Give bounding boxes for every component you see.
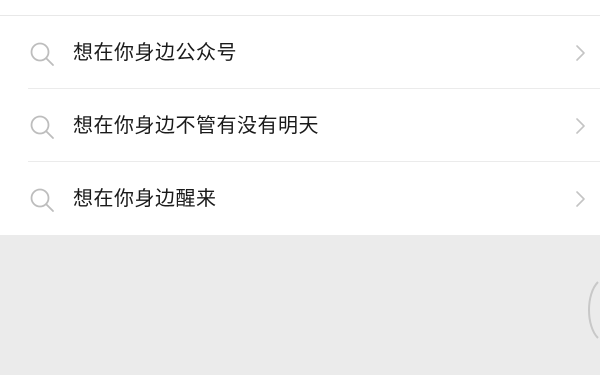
suggestion-text: 想在你身边公众号 <box>73 40 237 64</box>
chevron-right-icon <box>576 191 585 207</box>
search-icon <box>30 42 54 66</box>
search-icon <box>30 115 54 139</box>
suggestion-list: 想在你身边公众号 想在你身边不管有没有明天 想在你身边醒来 <box>0 0 600 235</box>
suggestion-text: 想在你身边不管有没有明天 <box>73 113 319 137</box>
search-suggestions-screen: 想在你身边公众号 想在你身边不管有没有明天 想在你身边醒来 <box>0 0 600 375</box>
search-icon <box>30 188 54 212</box>
chevron-right-icon <box>576 45 585 61</box>
edge-swipe-handle[interactable] <box>582 280 600 340</box>
suggestion-text: 想在你身边醒来 <box>73 186 217 210</box>
suggestion-item[interactable]: 想在你身边醒来 <box>0 162 600 235</box>
chevron-right-icon <box>576 118 585 134</box>
suggestion-item[interactable]: 想在你身边不管有没有明天 <box>0 89 600 162</box>
suggestion-item[interactable]: 想在你身边公众号 <box>0 16 600 89</box>
